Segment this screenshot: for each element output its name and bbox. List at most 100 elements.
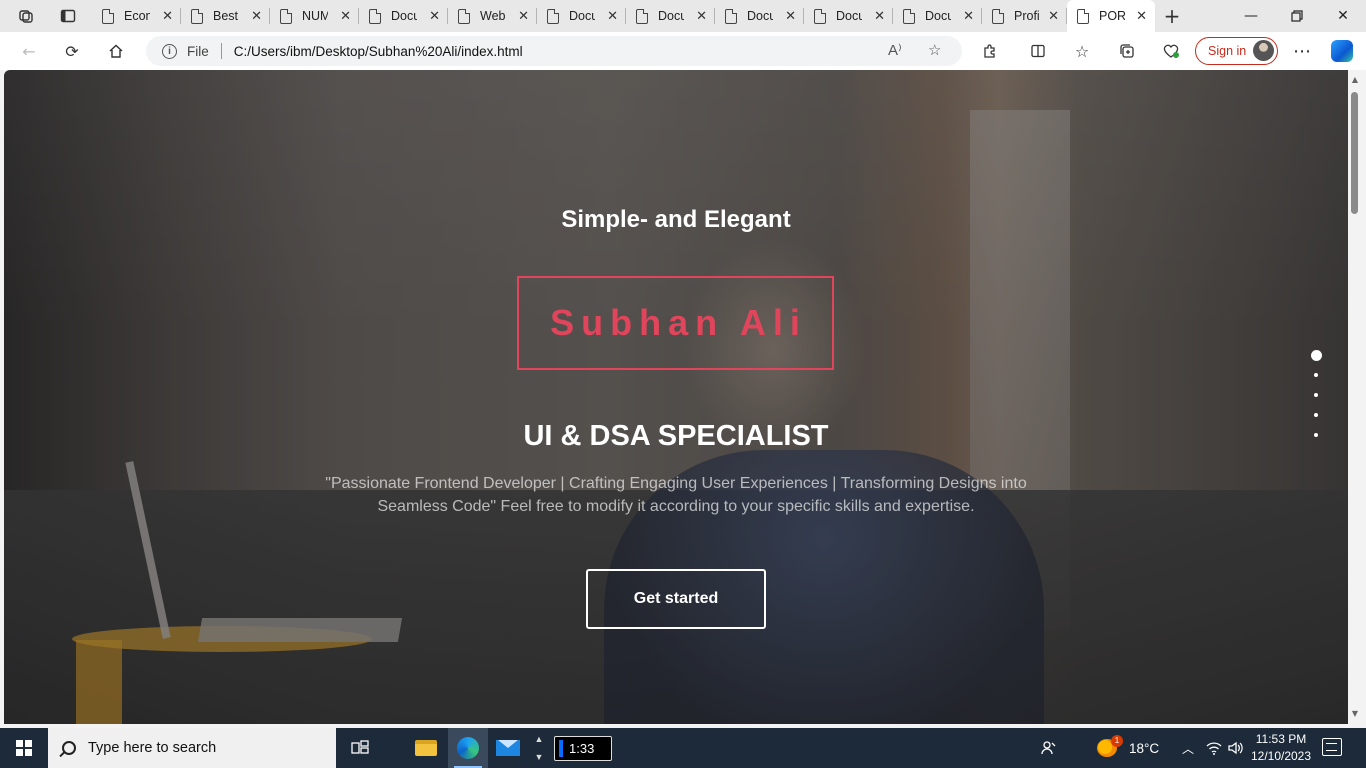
tab-title: Document	[569, 9, 595, 23]
slide-dot-2[interactable]	[1314, 373, 1318, 377]
taskbar-search-box[interactable]: Type here to search	[48, 728, 336, 768]
wifi-icon[interactable]	[1206, 728, 1222, 768]
page-icon	[547, 8, 559, 24]
tab-title: Document	[836, 9, 862, 23]
tab-title: Document	[658, 9, 684, 23]
page-icon	[458, 8, 470, 24]
page-icon	[636, 8, 648, 24]
timer-widget[interactable]: 1:33	[554, 736, 612, 761]
close-icon[interactable]: ✕	[1136, 8, 1147, 24]
system-clock[interactable]: 11:53 PM 12/10/2023	[1248, 731, 1314, 765]
address-bar[interactable]: i File C:/Users/ibm/Desktop/Subhan%20Ali…	[146, 36, 962, 66]
tab-title: Economics	[124, 9, 150, 23]
tab-title: Profile	[1014, 9, 1040, 23]
edge-browser-icon[interactable]	[448, 728, 488, 768]
read-aloud-icon[interactable]: A⁾	[888, 41, 902, 59]
page-icon	[903, 8, 915, 24]
page-icon	[369, 8, 381, 24]
slide-pagination	[1310, 350, 1322, 453]
split-screen-icon[interactable]	[1023, 37, 1053, 65]
file-explorer-icon[interactable]	[406, 728, 446, 768]
browser-essentials-icon[interactable]	[1156, 37, 1186, 65]
get-started-button[interactable]: Get started	[586, 569, 766, 629]
close-icon[interactable]: ✕	[607, 8, 618, 24]
tab-4[interactable]: Document ✕	[359, 0, 448, 32]
scroll-thumb[interactable]	[1351, 92, 1358, 214]
task-view-icon[interactable]	[340, 728, 380, 768]
tab-title: Best	[213, 9, 239, 23]
tab-7[interactable]: Document ✕	[626, 0, 715, 32]
tab-9[interactable]: Document ✕	[804, 0, 893, 32]
close-icon[interactable]: ✕	[874, 8, 885, 24]
avatar	[1253, 40, 1274, 61]
back-icon[interactable]: ←	[14, 37, 44, 65]
tab-2[interactable]: Best ✕	[181, 0, 270, 32]
page-icon	[1077, 8, 1089, 24]
info-icon[interactable]: i	[162, 43, 177, 59]
start-button[interactable]	[0, 728, 48, 768]
tab-active[interactable]: PORTFOLIO ✕	[1067, 0, 1155, 32]
tab-10[interactable]: Document ✕	[893, 0, 982, 32]
home-icon[interactable]	[101, 37, 131, 65]
copilot-icon[interactable]	[1331, 40, 1353, 62]
close-icon[interactable]: ✕	[785, 8, 796, 24]
tab-title: PORTFOLIO	[1099, 9, 1125, 23]
close-window-icon[interactable]: ✕	[1320, 0, 1366, 32]
extensions-icon[interactable]	[975, 37, 1005, 65]
notification-center-icon[interactable]	[1322, 738, 1342, 756]
sign-in-button[interactable]: Sign in	[1195, 37, 1278, 65]
mail-icon[interactable]	[488, 728, 528, 768]
close-icon[interactable]: ✕	[162, 8, 173, 24]
slide-dot-5[interactable]	[1314, 433, 1318, 437]
hero-tagline: Simple- and Elegant	[561, 206, 791, 233]
close-icon[interactable]: ✕	[1048, 8, 1059, 24]
volume-icon[interactable]	[1227, 728, 1243, 768]
favorite-star-icon[interactable]: ☆	[928, 41, 941, 59]
hero-section: Simple- and Elegant Subhan Ali UI & DSA …	[4, 70, 1348, 724]
show-hidden-icons-icon[interactable]: ︿	[1182, 728, 1194, 768]
minimize-icon[interactable]: —	[1228, 0, 1274, 32]
restore-icon[interactable]	[1274, 0, 1320, 32]
url-scheme: File	[187, 43, 209, 59]
workspaces-icon[interactable]	[12, 4, 40, 28]
url-text[interactable]: C:/Users/ibm/Desktop/Subhan%20Ali/index.…	[234, 44, 523, 59]
tab-title: Document	[925, 9, 951, 23]
collections-icon[interactable]	[1112, 37, 1142, 65]
page-viewport: Simple- and Elegant Subhan Ali UI & DSA …	[4, 70, 1348, 724]
tab-6[interactable]: Document ✕	[537, 0, 626, 32]
tab-3[interactable]: NUM ✕	[270, 0, 359, 32]
tab-11[interactable]: Profile ✕	[982, 0, 1067, 32]
people-icon[interactable]	[1040, 728, 1058, 768]
close-icon[interactable]: ✕	[251, 8, 262, 24]
hero-name: Subhan Ali	[550, 302, 807, 343]
close-icon[interactable]: ✕	[518, 8, 529, 24]
close-icon[interactable]: ✕	[696, 8, 707, 24]
page-scrollbar[interactable]: ▲ ▼	[1348, 70, 1362, 724]
slide-dot-4[interactable]	[1314, 413, 1318, 417]
slide-dot-3[interactable]	[1314, 393, 1318, 397]
close-icon[interactable]: ✕	[429, 8, 440, 24]
close-icon[interactable]: ✕	[340, 8, 351, 24]
weather-widget[interactable]: 1 18°C	[1097, 728, 1159, 768]
tab-actions-icon[interactable]	[54, 4, 82, 28]
windows-taskbar: Type here to search ▲ ▼ 1:33 1 18°C ︿ 11:…	[0, 728, 1366, 768]
close-icon[interactable]: ✕	[963, 8, 974, 24]
divider	[220, 43, 222, 59]
new-tab-icon[interactable]: +	[1158, 4, 1186, 28]
taskbar-scroll-icon[interactable]: ▲ ▼	[532, 730, 546, 766]
refresh-icon[interactable]: ⟳	[57, 37, 87, 65]
weather-sun-icon: 1	[1097, 735, 1123, 757]
favorites-icon[interactable]: ☆	[1067, 37, 1097, 65]
tab-8[interactable]: Document ✕	[715, 0, 804, 32]
tab-1[interactable]: Economics ✕	[92, 0, 181, 32]
more-options-icon[interactable]: ⋯	[1287, 37, 1317, 65]
scroll-up-icon[interactable]: ▲	[1351, 76, 1359, 84]
scroll-down-icon[interactable]: ▼	[1351, 710, 1359, 718]
page-icon	[280, 8, 292, 24]
tab-title: NUM	[302, 9, 328, 23]
tab-5[interactable]: Web ✕	[448, 0, 537, 32]
clock-date: 12/10/2023	[1250, 749, 1312, 763]
slide-dot-1[interactable]	[1310, 350, 1322, 361]
timer-text: 1:33	[569, 741, 595, 756]
hero-description: "Passionate Frontend Developer | Craftin…	[325, 475, 1027, 515]
